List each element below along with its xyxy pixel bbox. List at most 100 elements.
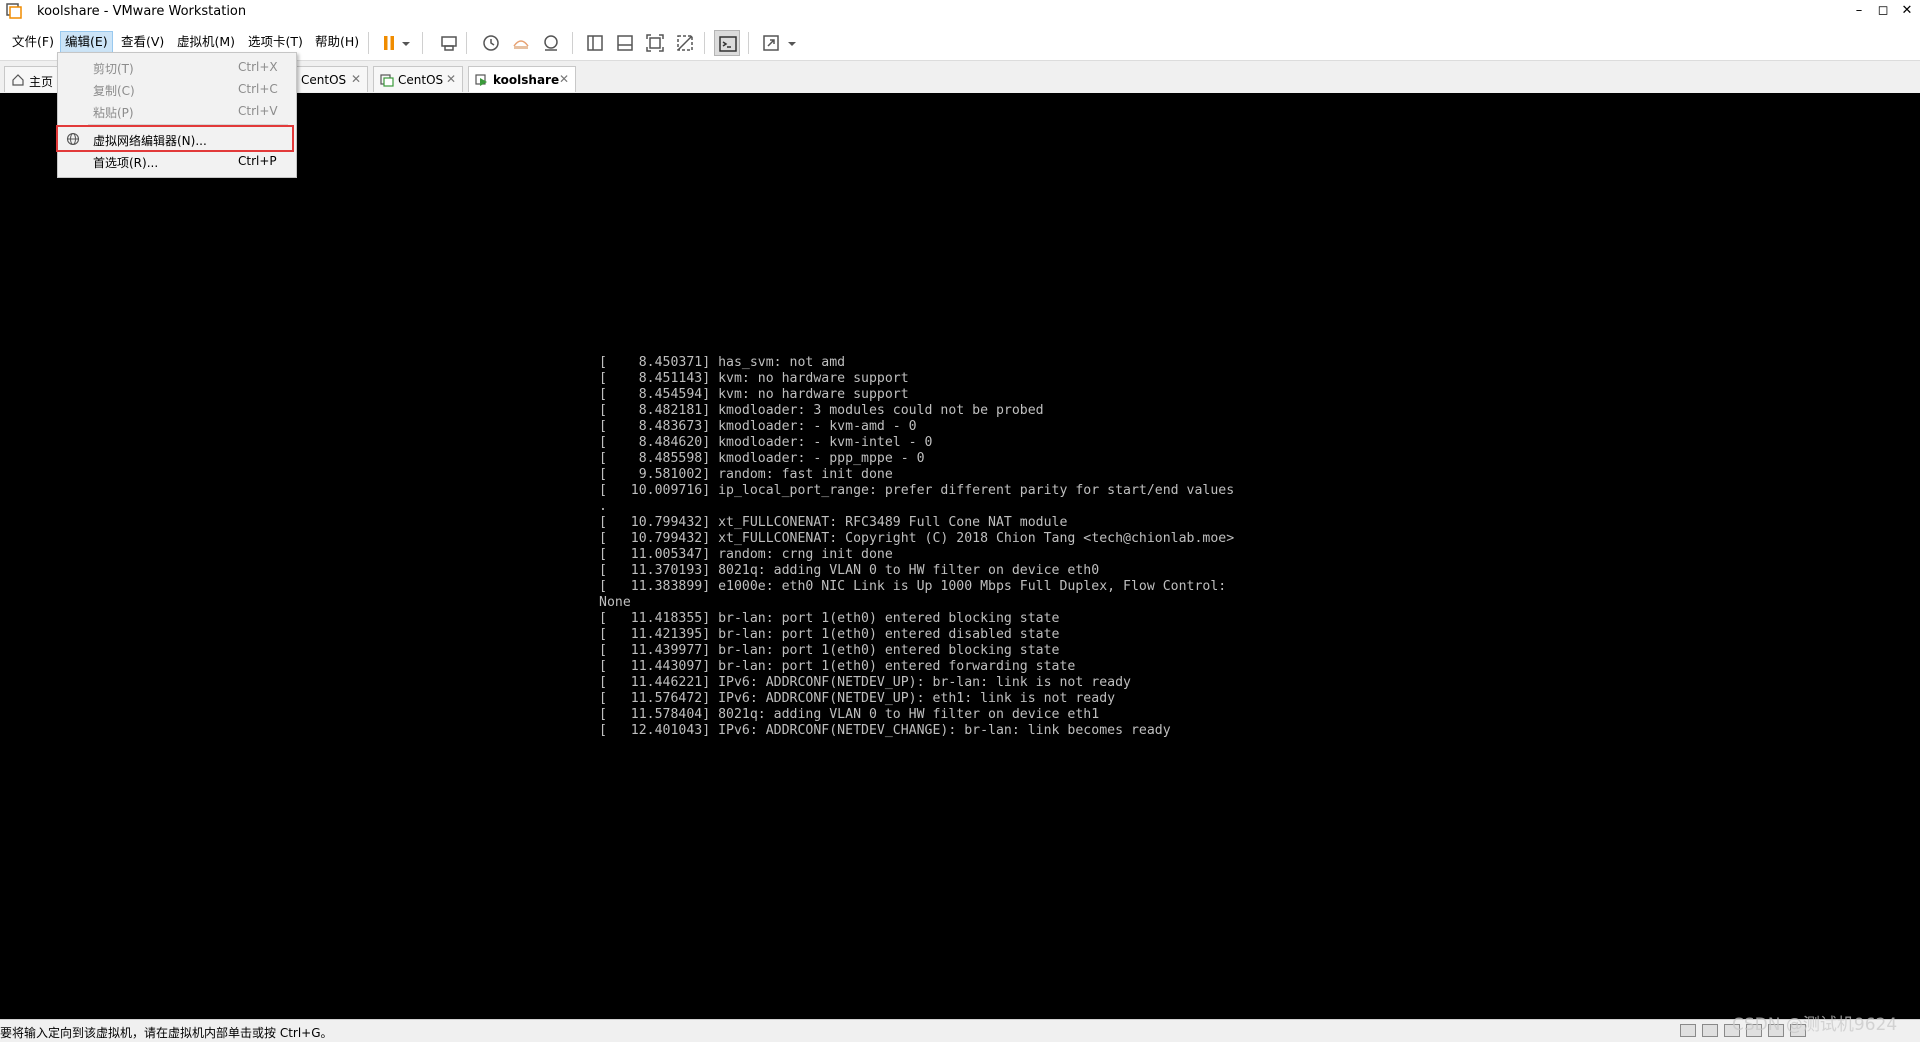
close-icon[interactable]: ✕ <box>446 72 456 86</box>
toolbar-separator <box>466 32 467 54</box>
toolbar-separator <box>422 32 423 54</box>
console-line: [ 10.009716] ip_local_port_range: prefer… <box>599 483 1235 498</box>
toolbar-separator <box>572 32 573 54</box>
menu-item-preferences[interactable]: 首选项(R)... Ctrl+P <box>58 150 294 172</box>
thumbnail-bar-button[interactable] <box>612 30 638 56</box>
hard-disk-icon[interactable] <box>1680 1024 1696 1037</box>
tab-label: koolshare <box>493 73 560 87</box>
title-bar: koolshare - VMware Workstation – ◻ ✕ <box>0 0 1920 24</box>
console-line: [ 11.443097] br-lan: port 1(eth0) entere… <box>599 659 1076 674</box>
menu-item-shortcut: Ctrl+C <box>238 82 278 96</box>
revert-snapshot-icon <box>513 40 529 49</box>
tab-home[interactable]: 主页 <box>4 66 64 92</box>
unity-icon <box>677 35 693 51</box>
window-title: koolshare - VMware Workstation <box>37 4 247 19</box>
console-view-icon <box>719 36 737 52</box>
stretch-dropdown-button[interactable] <box>784 30 798 56</box>
menu-item-shortcut: Ctrl+V <box>238 104 278 118</box>
tab-label: 主页 <box>29 75 54 89</box>
send-ctrl-alt-del-button[interactable] <box>436 30 462 56</box>
fullscreen-icon <box>646 34 664 52</box>
library-view-button[interactable] <box>582 30 608 56</box>
console-line: None <box>599 595 631 610</box>
console-output: [ 8.450371] has_svm: not amd [ 8.451143]… <box>599 355 1234 739</box>
fullscreen-button[interactable] <box>642 30 668 56</box>
console-line: . <box>599 499 607 514</box>
console-line: [ 8.485598] kmodloader: - ppp_mppe - 0 <box>599 451 925 466</box>
power-dropdown-button[interactable] <box>398 30 414 56</box>
menu-view[interactable]: 查看(V) <box>117 32 168 52</box>
menu-item-label: 复制(C) <box>93 84 135 98</box>
menu-file[interactable]: 文件(F) <box>8 32 58 52</box>
console-line: [ 8.454594] kvm: no hardware support <box>599 387 909 402</box>
close-button[interactable]: ✕ <box>1895 0 1919 22</box>
stretch-guest-button[interactable] <box>758 30 784 56</box>
menu-item-copy[interactable]: 复制(C) Ctrl+C <box>58 78 294 100</box>
maximize-button[interactable]: ◻ <box>1871 0 1895 22</box>
dropdown-arrow-icon <box>788 42 796 46</box>
console-line: [ 11.370193] 8021q: adding VLAN 0 to HW … <box>599 563 1100 578</box>
revert-snapshot-button[interactable] <box>508 30 534 56</box>
unity-button[interactable] <box>672 30 698 56</box>
console-line: [ 11.578404] 8021q: adding VLAN 0 to HW … <box>599 707 1100 722</box>
menu-item-shortcut: Ctrl+X <box>238 60 278 74</box>
stretch-guest-icon <box>763 35 779 51</box>
menu-item-shortcut: Ctrl+P <box>238 154 277 168</box>
console-line: [ 9.581002] random: fast init done <box>599 467 893 482</box>
dropdown-arrow-icon <box>402 42 410 46</box>
console-line: [ 11.439977] br-lan: port 1(eth0) entere… <box>599 643 1060 658</box>
console-view-button[interactable] <box>714 30 740 56</box>
menu-help[interactable]: 帮助(H) <box>311 32 363 52</box>
toolbar-separator <box>704 32 705 54</box>
console-line: [ 11.005347] random: crng init done <box>599 547 893 562</box>
console-line: [ 8.483673] kmodloader: - kvm-amd - 0 <box>599 419 917 434</box>
menu-item-label: 首选项(R)... <box>93 156 159 170</box>
menu-item-paste[interactable]: 粘贴(P) Ctrl+V <box>58 100 294 122</box>
toolbar-separator <box>748 32 749 54</box>
console-line: [ 10.799432] xt_FULLCONENAT: Copyright (… <box>599 531 1235 546</box>
console-line: [ 11.421395] br-lan: port 1(eth0) entere… <box>599 627 1060 642</box>
status-message: 要将输入定向到该虚拟机，请在虚拟机内部单击或按 Ctrl+G。 <box>0 1026 333 1040</box>
edit-menu-dropdown: 剪切(T) Ctrl+X 复制(C) Ctrl+C 粘贴(P) Ctrl+V 虚… <box>57 52 297 178</box>
menu-vm[interactable]: 虚拟机(M) <box>173 32 239 52</box>
console-line: [ 8.484620] kmodloader: - kvm-intel - 0 <box>599 435 933 450</box>
console-line: [ 8.451143] kvm: no hardware support <box>599 371 909 386</box>
menu-item-cut[interactable]: 剪切(T) Ctrl+X <box>58 56 294 78</box>
home-icon <box>12 74 24 86</box>
close-icon[interactable]: ✕ <box>559 72 569 86</box>
console-line: [ 11.383899] e1000e: eth0 NIC Link is Up… <box>599 579 1227 594</box>
close-icon[interactable]: ✕ <box>351 72 361 86</box>
highlight-annotation-box <box>56 125 294 152</box>
tab-label: CentOS <box>301 73 347 87</box>
tab-koolshare[interactable]: koolshare ✕ <box>468 66 576 92</box>
console-line: [ 12.401043] IPv6: ADDRCONF(NETDEV_CHANG… <box>599 723 1171 738</box>
menu-tabs[interactable]: 选项卡(T) <box>244 32 307 52</box>
console-line: [ 8.482181] kmodloader: 3 modules could … <box>599 403 1044 418</box>
take-snapshot-button[interactable] <box>478 30 504 56</box>
status-bar: 要将输入定向到该虚拟机，请在虚拟机内部单击或按 Ctrl+G。 <box>0 1019 1920 1042</box>
console-line: [ 8.450371] has_svm: not amd <box>599 355 846 370</box>
watermark: CSDN @测试机9624 <box>1732 1015 1898 1035</box>
snapshot-manager-icon <box>544 35 558 51</box>
thumbnail-bar-icon <box>617 35 633 51</box>
toolbar-separator <box>368 32 369 54</box>
minimize-button[interactable]: – <box>1847 0 1871 22</box>
pause-icon <box>384 36 394 50</box>
console-line: [ 11.446221] IPv6: ADDRCONF(NETDEV_UP): … <box>599 675 1131 690</box>
vm-running-icon <box>475 74 487 86</box>
library-view-icon <box>587 35 603 51</box>
console-line: [ 11.418355] br-lan: port 1(eth0) entere… <box>599 611 1060 626</box>
menu-item-label: 剪切(T) <box>93 62 134 76</box>
send-ctrl-alt-del-icon <box>441 36 457 51</box>
tab-centos-2[interactable]: CentOS ✕ <box>373 66 463 92</box>
vmware-logo-icon <box>6 3 22 19</box>
snapshot-manager-button[interactable] <box>538 30 564 56</box>
cd-drive-icon[interactable] <box>1702 1024 1718 1037</box>
tab-label: CentOS <box>398 73 444 87</box>
vm-icon <box>380 74 394 87</box>
snapshot-icon <box>483 35 499 51</box>
vm-console[interactable]: [ 8.450371] has_svm: not amd [ 8.451143]… <box>0 93 1920 1019</box>
menu-edit[interactable]: 编辑(E) <box>60 31 113 53</box>
menu-item-label: 粘贴(P) <box>93 106 134 120</box>
console-line: [ 11.576472] IPv6: ADDRCONF(NETDEV_UP): … <box>599 691 1116 706</box>
